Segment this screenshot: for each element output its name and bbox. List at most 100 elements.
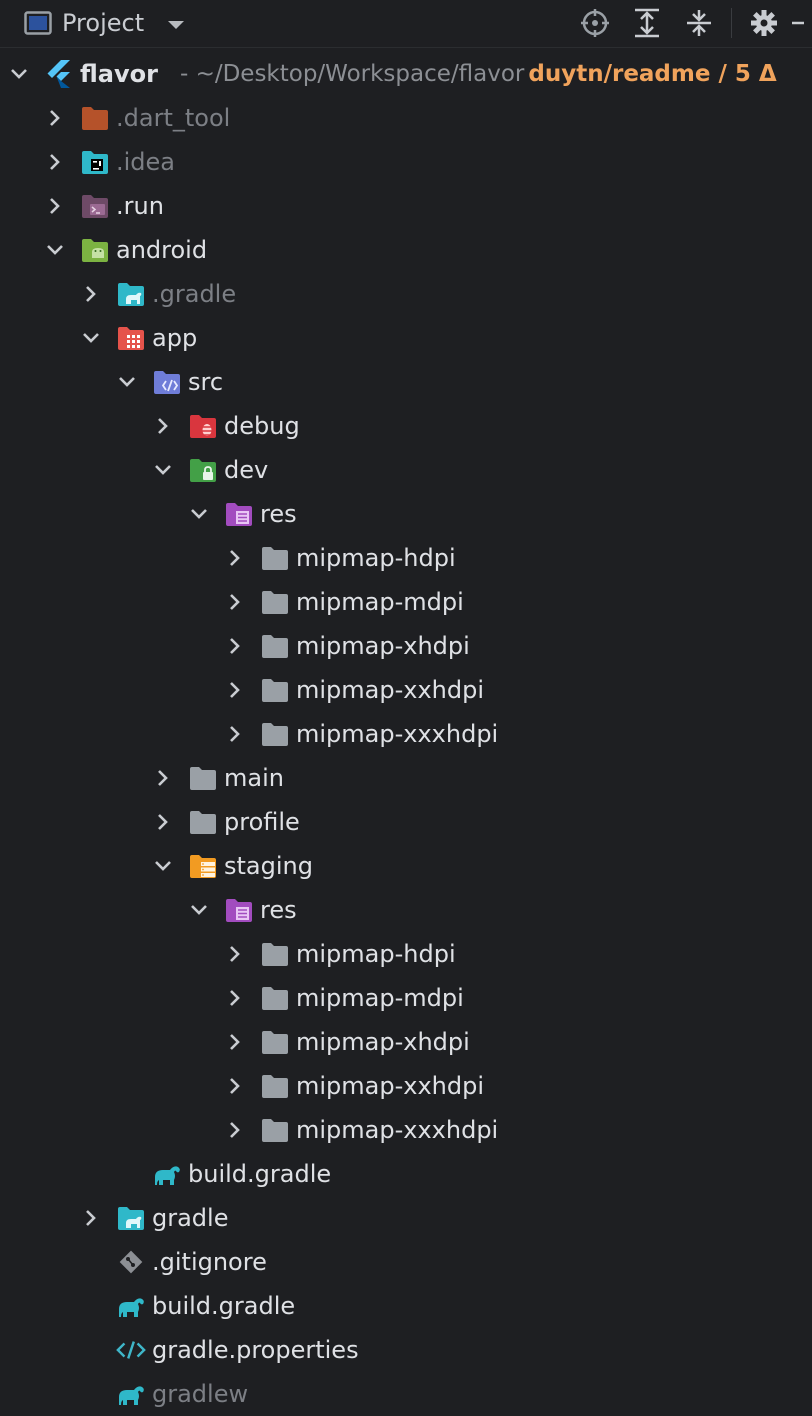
chevron-down-icon[interactable] bbox=[152, 459, 174, 481]
chevron-right-icon[interactable] bbox=[224, 723, 246, 745]
chevron-right-icon[interactable] bbox=[44, 107, 66, 129]
tree-item[interactable]: app bbox=[0, 316, 812, 360]
chevron-right-icon[interactable] bbox=[224, 1075, 246, 1097]
tree-indent-spacer bbox=[80, 1339, 102, 1361]
tree-item[interactable]: gradle bbox=[0, 1196, 812, 1240]
tree-item[interactable]: .idea bbox=[0, 140, 812, 184]
folder-staging-icon bbox=[188, 852, 218, 880]
chevron-right-icon[interactable] bbox=[224, 591, 246, 613]
chevron-right-icon[interactable] bbox=[224, 1119, 246, 1141]
collapse-all-icon[interactable] bbox=[673, 8, 725, 38]
folder-debug-icon bbox=[188, 412, 218, 440]
folder-icon bbox=[260, 588, 290, 616]
folder-dev-icon bbox=[188, 456, 218, 484]
chevron-down-icon[interactable] bbox=[188, 503, 210, 525]
root-folder-name: flavor bbox=[80, 60, 158, 88]
tree-item[interactable]: mipmap-hdpi bbox=[0, 932, 812, 976]
tree-item-label: mipmap-xxhdpi bbox=[296, 676, 485, 704]
tree-item-label: .gitignore bbox=[152, 1248, 267, 1276]
tree-item-label: gradlew bbox=[152, 1380, 249, 1408]
chevron-right-icon[interactable] bbox=[152, 767, 174, 789]
tree-item[interactable]: mipmap-xxhdpi bbox=[0, 668, 812, 712]
folder-icon bbox=[260, 940, 290, 968]
tree-item-label: mipmap-mdpi bbox=[296, 588, 464, 616]
tree-item[interactable]: res bbox=[0, 888, 812, 932]
gradle-file-icon bbox=[116, 1380, 146, 1408]
project-view-selector[interactable]: Project bbox=[24, 8, 186, 38]
folder-res-icon bbox=[224, 500, 254, 528]
tree-item[interactable]: mipmap-xhdpi bbox=[0, 624, 812, 668]
tree-item[interactable]: .dart_tool bbox=[0, 96, 812, 140]
tree-item-label: app bbox=[152, 324, 198, 352]
chevron-down-icon[interactable] bbox=[188, 899, 210, 921]
chevron-right-icon[interactable] bbox=[80, 283, 102, 305]
chevron-right-icon[interactable] bbox=[152, 415, 174, 437]
dropdown-arrow-icon[interactable] bbox=[166, 9, 186, 37]
folder-excluded-icon bbox=[80, 104, 110, 132]
tree-item[interactable]: debug bbox=[0, 404, 812, 448]
folder-res-icon bbox=[224, 896, 254, 924]
tree-item[interactable]: profile bbox=[0, 800, 812, 844]
tree-item[interactable]: gradle.properties bbox=[0, 1328, 812, 1372]
tree-item-label: mipmap-xxhdpi bbox=[296, 1072, 485, 1100]
tree-item[interactable]: mipmap-mdpi bbox=[0, 976, 812, 1020]
folder-icon bbox=[260, 544, 290, 572]
tree-item[interactable]: staging bbox=[0, 844, 812, 888]
tree-item[interactable]: res bbox=[0, 492, 812, 536]
tree-item[interactable]: .run bbox=[0, 184, 812, 228]
tree-item[interactable]: android bbox=[0, 228, 812, 272]
tree-item-label: mipmap-hdpi bbox=[296, 940, 456, 968]
settings-gear-icon[interactable] bbox=[738, 8, 790, 38]
project-toolbar: Project bbox=[0, 0, 812, 48]
chevron-right-icon[interactable] bbox=[44, 151, 66, 173]
chevron-right-icon[interactable] bbox=[80, 1207, 102, 1229]
tree-item[interactable]: mipmap-xhdpi bbox=[0, 1020, 812, 1064]
chevron-right-icon[interactable] bbox=[224, 1031, 246, 1053]
expand-all-icon[interactable] bbox=[621, 8, 673, 38]
tree-item-label: profile bbox=[224, 808, 300, 836]
tree-item[interactable]: mipmap-xxxhdpi bbox=[0, 712, 812, 756]
tree-item[interactable]: .gradle bbox=[0, 272, 812, 316]
tree-item-label: build.gradle bbox=[188, 1160, 332, 1188]
chevron-down-icon[interactable] bbox=[8, 63, 30, 85]
chevron-right-icon[interactable] bbox=[224, 679, 246, 701]
project-view-title: Project bbox=[62, 9, 145, 37]
tree-item[interactable]: gradlew bbox=[0, 1372, 812, 1416]
tree-item-label: mipmap-xxxhdpi bbox=[296, 1116, 499, 1144]
folder-icon bbox=[188, 764, 218, 792]
tree-item[interactable]: build.gradle bbox=[0, 1284, 812, 1328]
chevron-right-icon[interactable] bbox=[152, 811, 174, 833]
folder-icon bbox=[260, 984, 290, 1012]
chevron-right-icon[interactable] bbox=[44, 195, 66, 217]
folder-icon bbox=[260, 1116, 290, 1144]
chevron-right-icon[interactable] bbox=[224, 635, 246, 657]
toolbar-divider bbox=[731, 8, 732, 38]
flutter-icon bbox=[44, 60, 74, 88]
chevron-down-icon[interactable] bbox=[116, 371, 138, 393]
tree-indent-spacer bbox=[80, 1383, 102, 1405]
tree-root-flavor[interactable]: flavor - ~/Desktop/Workspace/flavor duyt… bbox=[0, 52, 812, 96]
chevron-down-icon[interactable] bbox=[44, 239, 66, 261]
hide-icon[interactable] bbox=[790, 8, 812, 38]
tree-item[interactable]: mipmap-xxhdpi bbox=[0, 1064, 812, 1108]
folder-icon bbox=[260, 1072, 290, 1100]
tree-item[interactable]: src bbox=[0, 360, 812, 404]
chevron-right-icon[interactable] bbox=[224, 987, 246, 1009]
tree-item[interactable]: .gitignore bbox=[0, 1240, 812, 1284]
project-view-icon bbox=[24, 11, 52, 35]
chevron-down-icon[interactable] bbox=[152, 855, 174, 877]
tree-item[interactable]: build.gradle bbox=[0, 1152, 812, 1196]
chevron-right-icon[interactable] bbox=[224, 547, 246, 569]
chevron-right-icon[interactable] bbox=[224, 943, 246, 965]
tree-item[interactable]: main bbox=[0, 756, 812, 800]
folder-app-icon bbox=[116, 324, 146, 352]
tree-item[interactable]: mipmap-mdpi bbox=[0, 580, 812, 624]
tree-indent-spacer bbox=[80, 1251, 102, 1273]
tree-item[interactable]: dev bbox=[0, 448, 812, 492]
tree-item[interactable]: mipmap-xxxhdpi bbox=[0, 1108, 812, 1152]
locate-icon[interactable] bbox=[569, 8, 621, 38]
chevron-down-icon[interactable] bbox=[80, 327, 102, 349]
tree-item[interactable]: mipmap-hdpi bbox=[0, 536, 812, 580]
folder-gradle-icon bbox=[116, 1204, 146, 1232]
tree-item-label: gradle bbox=[152, 1204, 229, 1232]
